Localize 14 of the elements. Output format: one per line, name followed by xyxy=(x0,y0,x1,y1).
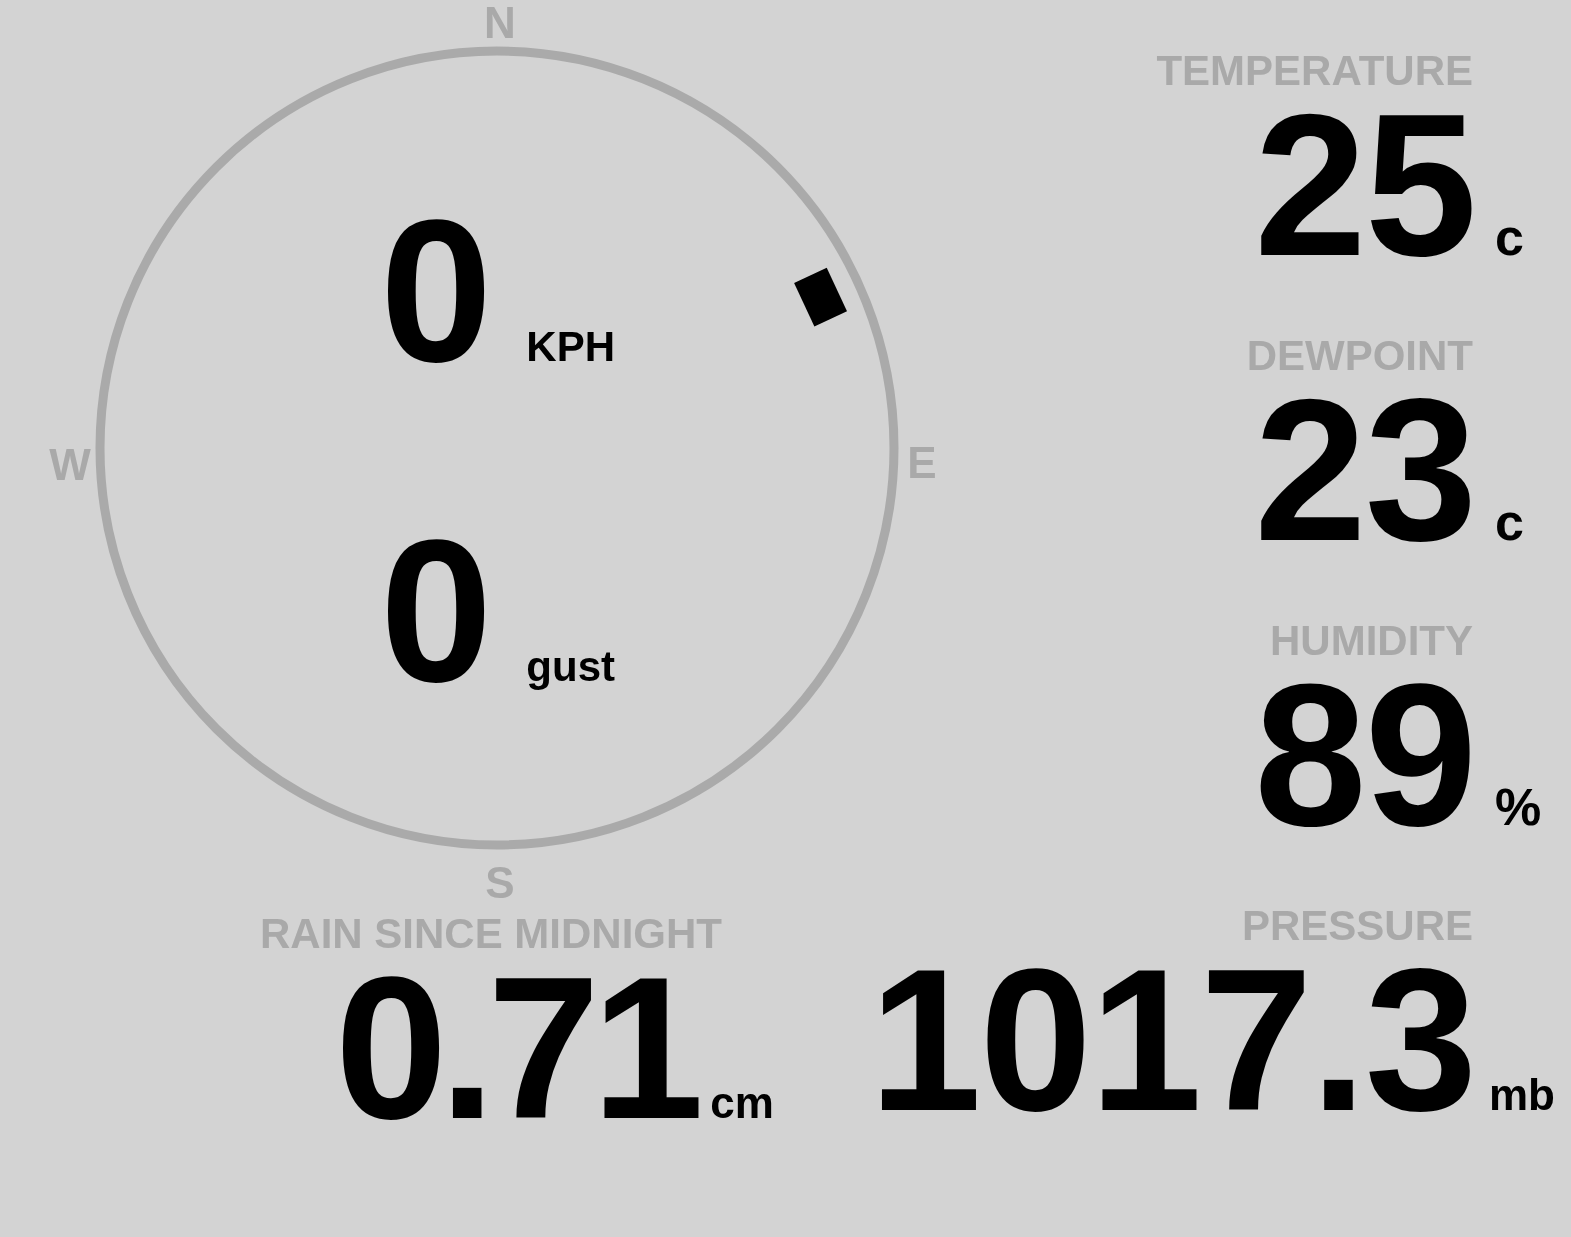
rain-unit: cm xyxy=(710,1078,774,1128)
pressure-unit: mb xyxy=(1489,1070,1555,1120)
gust-label: gust xyxy=(526,643,615,691)
reading-unit: c xyxy=(1495,207,1525,267)
pressure-value: 1017.3 xyxy=(869,939,1475,1141)
wind-speed-value: 0 xyxy=(380,190,491,392)
gust-value: 0 xyxy=(380,510,491,712)
reading-value: 25 xyxy=(1254,84,1475,286)
rain-value: 0.71 xyxy=(335,947,697,1149)
wind-speed-unit: KPH xyxy=(526,323,616,371)
reading-unit: % xyxy=(1495,777,1543,837)
reading-value: 23 xyxy=(1254,369,1475,571)
reading-unit: c xyxy=(1495,492,1525,552)
reading-value: 89 xyxy=(1254,654,1475,856)
